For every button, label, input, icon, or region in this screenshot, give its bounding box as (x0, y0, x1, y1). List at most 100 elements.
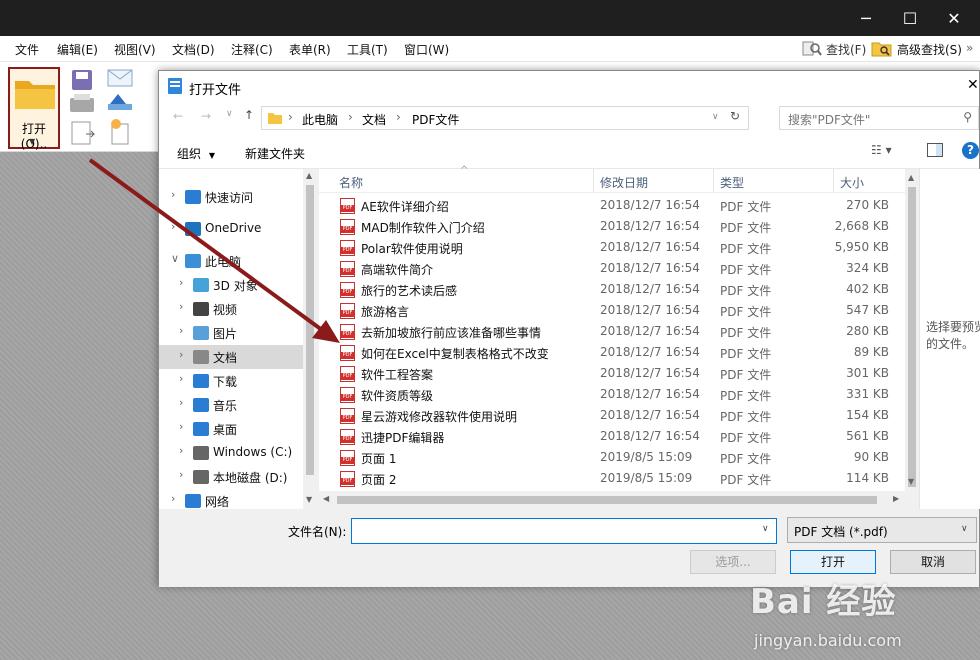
file-list-vscrollbar[interactable]: ▲ ▼ (905, 169, 919, 509)
organize-button[interactable]: 组织 ▼ (177, 145, 215, 162)
expand-chevron-icon[interactable]: › (179, 348, 183, 361)
nav-scrollbar[interactable]: ▲ ▼ (303, 169, 317, 509)
up-icon[interactable]: ↑ (244, 108, 254, 122)
menu-comment[interactable]: 注释(C) (231, 41, 273, 58)
file-row[interactable]: 旅行的艺术读后感 2018/12/7 16:54 PDF 文件 402 KB (319, 279, 889, 300)
help-icon[interactable]: ? (962, 142, 979, 159)
expand-chevron-icon[interactable]: › (171, 492, 175, 505)
file-row[interactable]: Polar软件使用说明 2018/12/7 16:54 PDF 文件 5,950 KB (319, 237, 889, 258)
breadcrumb-pdf-folder[interactable]: PDF文件 (412, 111, 459, 128)
filename-input[interactable] (351, 518, 777, 544)
advanced-find-icon[interactable] (871, 39, 893, 57)
file-row[interactable]: 去新加坡旅行前应该准备哪些事情 2018/12/7 16:54 PDF 文件 280 … (319, 321, 889, 342)
file-size: 301 KB (846, 366, 889, 380)
expand-chevron-icon[interactable]: › (179, 444, 183, 457)
expand-chevron-icon[interactable]: › (179, 372, 183, 385)
file-list-hscrollbar[interactable]: ◀ ▶ (319, 491, 907, 509)
nav-item[interactable]: › 桌面 (159, 417, 317, 441)
cancel-button[interactable]: 取消 (890, 550, 976, 574)
dialog-close-icon[interactable]: ✕ (967, 77, 979, 93)
nav-item-label: 音乐 (213, 399, 238, 413)
preview-pane-icon[interactable] (927, 143, 943, 157)
view-options-icon[interactable]: ☷ ▾ (871, 143, 892, 157)
nav-item-label: 3D 对象 (213, 279, 258, 293)
expand-chevron-icon[interactable]: › (179, 300, 183, 313)
file-size: 114 KB (846, 471, 889, 485)
expand-chevron-icon[interactable]: ∨ (171, 252, 179, 265)
recent-dropdown-icon[interactable]: ∨ (226, 109, 233, 119)
breadcrumb-this-pc[interactable]: 此电脑 (302, 111, 338, 128)
menu-window[interactable]: 窗口(W) (404, 41, 449, 58)
file-row[interactable]: 星云游戏修改器软件使用说明 2018/12/7 16:54 PDF 文件 154 KB (319, 405, 889, 426)
expand-chevron-icon[interactable]: › (179, 468, 183, 481)
advanced-find-button[interactable]: 高级查找(S) (897, 41, 962, 58)
file-type: PDF 文件 (720, 221, 772, 235)
menu-document[interactable]: 文档(D) (172, 41, 215, 58)
file-row[interactable]: AE软件详细介绍 2018/12/7 16:54 PDF 文件 270 KB (319, 195, 889, 216)
expand-chevron-icon[interactable]: › (179, 276, 183, 289)
nav-item[interactable]: › OneDrive (159, 217, 317, 241)
file-row[interactable]: 软件工程答案 2018/12/7 16:54 PDF 文件 301 KB (319, 363, 889, 384)
nav-item[interactable]: ∨ 此电脑 (159, 249, 317, 273)
nav-item[interactable]: › 图片 (159, 321, 317, 345)
minimize-button[interactable]: ─ (844, 0, 888, 36)
open-button[interactable]: 打开 (790, 550, 876, 574)
file-name: 如何在Excel中复制表格格式不改变 (361, 347, 549, 361)
nav-item[interactable]: › 快速访问 (159, 185, 317, 209)
column-name[interactable]: 名称 (339, 174, 363, 191)
column-date[interactable]: 修改日期 (600, 174, 648, 191)
dialog-titlebar: 打开文件 ✕ (159, 71, 979, 101)
maximize-button[interactable]: ☐ (888, 0, 932, 36)
refresh-icon[interactable]: ↻ (730, 109, 740, 123)
filetype-select[interactable]: PDF 文档 (*.pdf) ∨ (787, 517, 977, 543)
open-file-button[interactable]: 打开(O).. ▼ (8, 67, 60, 151)
file-row[interactable]: 软件资质等级 2018/12/7 16:54 PDF 文件 331 KB (319, 384, 889, 405)
column-size[interactable]: 大小 (840, 174, 864, 191)
file-row[interactable]: MAD制作软件入门介绍 2018/12/7 16:54 PDF 文件 2,668 KB (319, 216, 889, 237)
open-dropdown-icon[interactable]: ▼ (29, 137, 35, 146)
column-type[interactable]: 类型 (720, 174, 744, 191)
filename-dropdown-icon[interactable]: ∨ (762, 524, 769, 534)
menu-edit[interactable]: 编辑(E) (57, 41, 98, 58)
nav-item[interactable]: › 3D 对象 (159, 273, 317, 297)
menu-file[interactable]: 文件 (15, 41, 39, 58)
pdf-file-icon (340, 366, 355, 382)
new-folder-button[interactable]: 新建文件夹 (245, 145, 305, 162)
forward-icon[interactable]: → (201, 109, 211, 123)
file-row[interactable]: 页面 1 2019/8/5 15:09 PDF 文件 90 KB (319, 447, 889, 468)
nav-item[interactable]: › 下载 (159, 369, 317, 393)
find-button[interactable]: 查找(F) (826, 41, 866, 58)
address-bar[interactable]: › 此电脑 › 文档 › PDF文件 ∨ ↻ (261, 106, 749, 130)
document-icon (193, 350, 209, 364)
search-input[interactable]: 搜索"PDF文件" ⚲ (779, 106, 979, 130)
menu-view[interactable]: 视图(V) (114, 41, 156, 58)
toolbar-overflow-icon[interactable]: » (966, 41, 973, 55)
menu-tools[interactable]: 工具(T) (347, 41, 388, 58)
pdf-file-icon (340, 261, 355, 277)
file-row[interactable]: 如何在Excel中复制表格格式不改变 2018/12/7 16:54 PDF 文件 8… (319, 342, 889, 363)
expand-chevron-icon[interactable]: › (171, 188, 175, 201)
menu-form[interactable]: 表单(R) (289, 41, 331, 58)
nav-item[interactable]: › Windows (C:) (159, 441, 317, 465)
back-icon[interactable]: ← (173, 109, 183, 123)
nav-item[interactable]: › 本地磁盘 (D:) (159, 465, 317, 489)
cloud-icon (185, 222, 201, 236)
breadcrumb-documents[interactable]: 文档 (362, 111, 386, 128)
expand-chevron-icon[interactable]: › (171, 220, 175, 233)
find-icon[interactable] (802, 39, 822, 57)
nav-item[interactable]: › 视频 (159, 297, 317, 321)
file-row[interactable]: 迅捷PDF编辑器 2018/12/7 16:54 PDF 文件 561 KB (319, 426, 889, 447)
file-row[interactable]: 页面 2 2019/8/5 15:09 PDF 文件 114 KB (319, 468, 889, 489)
file-row[interactable]: 旅游格言 2018/12/7 16:54 PDF 文件 547 KB (319, 300, 889, 321)
expand-chevron-icon[interactable]: › (179, 324, 183, 337)
nav-item[interactable]: › 音乐 (159, 393, 317, 417)
file-name: 旅行的艺术读后感 (361, 284, 458, 298)
close-button[interactable]: ✕ (932, 0, 976, 36)
expand-chevron-icon[interactable]: › (179, 420, 183, 433)
file-row[interactable]: 高端软件简介 2018/12/7 16:54 PDF 文件 324 KB (319, 258, 889, 279)
options-button[interactable]: 选项... (690, 550, 776, 574)
file-date: 2018/12/7 16:54 (600, 429, 700, 443)
nav-item[interactable]: › 文档 (159, 345, 317, 369)
expand-chevron-icon[interactable]: › (179, 396, 183, 409)
address-dropdown-icon[interactable]: ∨ (712, 112, 719, 122)
